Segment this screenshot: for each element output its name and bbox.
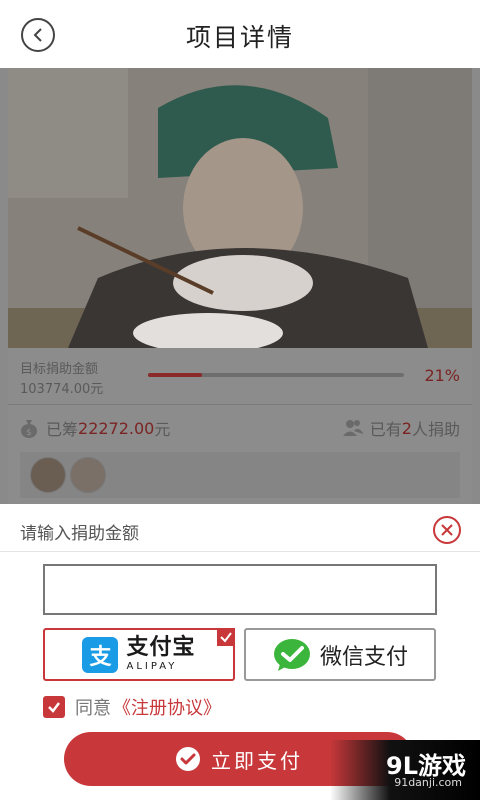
check-circle-icon bbox=[176, 747, 200, 771]
donors-prefix: 已有 bbox=[369, 420, 402, 439]
target-label: 目标捐助金额 bbox=[20, 362, 99, 377]
money-bag-icon: $ bbox=[21, 420, 37, 438]
progress-bar bbox=[148, 373, 404, 377]
close-button[interactable] bbox=[433, 516, 461, 544]
raised-amount-row: $ 已筹 22272.00 元 bbox=[18, 416, 170, 440]
project-info: 目标捐助金额 103774.00元 21% $ 已筹 22272.00 元 已有… bbox=[8, 348, 472, 504]
alipay-option[interactable]: 支 支付宝 ALIPAY bbox=[43, 628, 235, 681]
svg-text:$: $ bbox=[26, 428, 32, 438]
check-icon bbox=[48, 702, 60, 713]
progress-percent: 21% bbox=[424, 366, 460, 385]
alipay-label-en: ALIPAY bbox=[126, 661, 178, 672]
avatar[interactable] bbox=[30, 457, 66, 493]
selected-check-icon bbox=[217, 628, 235, 646]
agreement-link[interactable]: 《注册协议》 bbox=[113, 694, 221, 720]
header-bar: 项目详情 bbox=[0, 0, 480, 68]
agreement-row: 同意 《注册协议》 bbox=[43, 694, 221, 720]
people-icon bbox=[342, 420, 363, 436]
target-amount: 103774.00元 bbox=[20, 382, 104, 397]
progress-fill bbox=[148, 373, 202, 377]
close-icon bbox=[441, 524, 453, 536]
watermark: 9L游戏 91danji.com bbox=[330, 740, 480, 800]
raised-number: 22272.00 bbox=[78, 418, 155, 438]
wechat-pay-label: 微信支付 bbox=[319, 644, 408, 670]
donors-count-row: 已有 2 人捐助 bbox=[342, 416, 460, 440]
donors-suffix: 人捐助 bbox=[411, 420, 460, 439]
watermark-site: 91danji.com bbox=[394, 776, 462, 789]
avatar[interactable] bbox=[70, 457, 106, 493]
project-detail-dimmed: 目标捐助金额 103774.00元 21% $ 已筹 22272.00 元 已有… bbox=[0, 68, 480, 504]
donor-avatars bbox=[20, 452, 460, 498]
divider bbox=[0, 551, 480, 552]
alipay-icon: 支 bbox=[82, 636, 119, 673]
pay-now-label: 立即支付 bbox=[211, 748, 303, 773]
alipay-wordmark: 支付宝 ALIPAY bbox=[126, 637, 195, 672]
project-photo bbox=[8, 68, 472, 348]
wechat-icon bbox=[273, 638, 310, 671]
page-title: 项目详情 bbox=[185, 23, 294, 52]
divider bbox=[8, 404, 472, 405]
wechat-pay-option[interactable]: 微信支付 bbox=[244, 628, 436, 681]
agree-checkbox[interactable] bbox=[43, 696, 65, 718]
agree-label: 同意 bbox=[75, 698, 111, 719]
donation-amount-input[interactable] bbox=[43, 564, 437, 615]
raised-prefix: 已筹 bbox=[46, 420, 79, 439]
raised-suffix: 元 bbox=[154, 420, 171, 439]
sheet-title: 请输入捐助金额 bbox=[20, 524, 139, 544]
donors-number: 2 bbox=[401, 418, 412, 438]
alipay-label: 支付宝 bbox=[126, 635, 196, 660]
